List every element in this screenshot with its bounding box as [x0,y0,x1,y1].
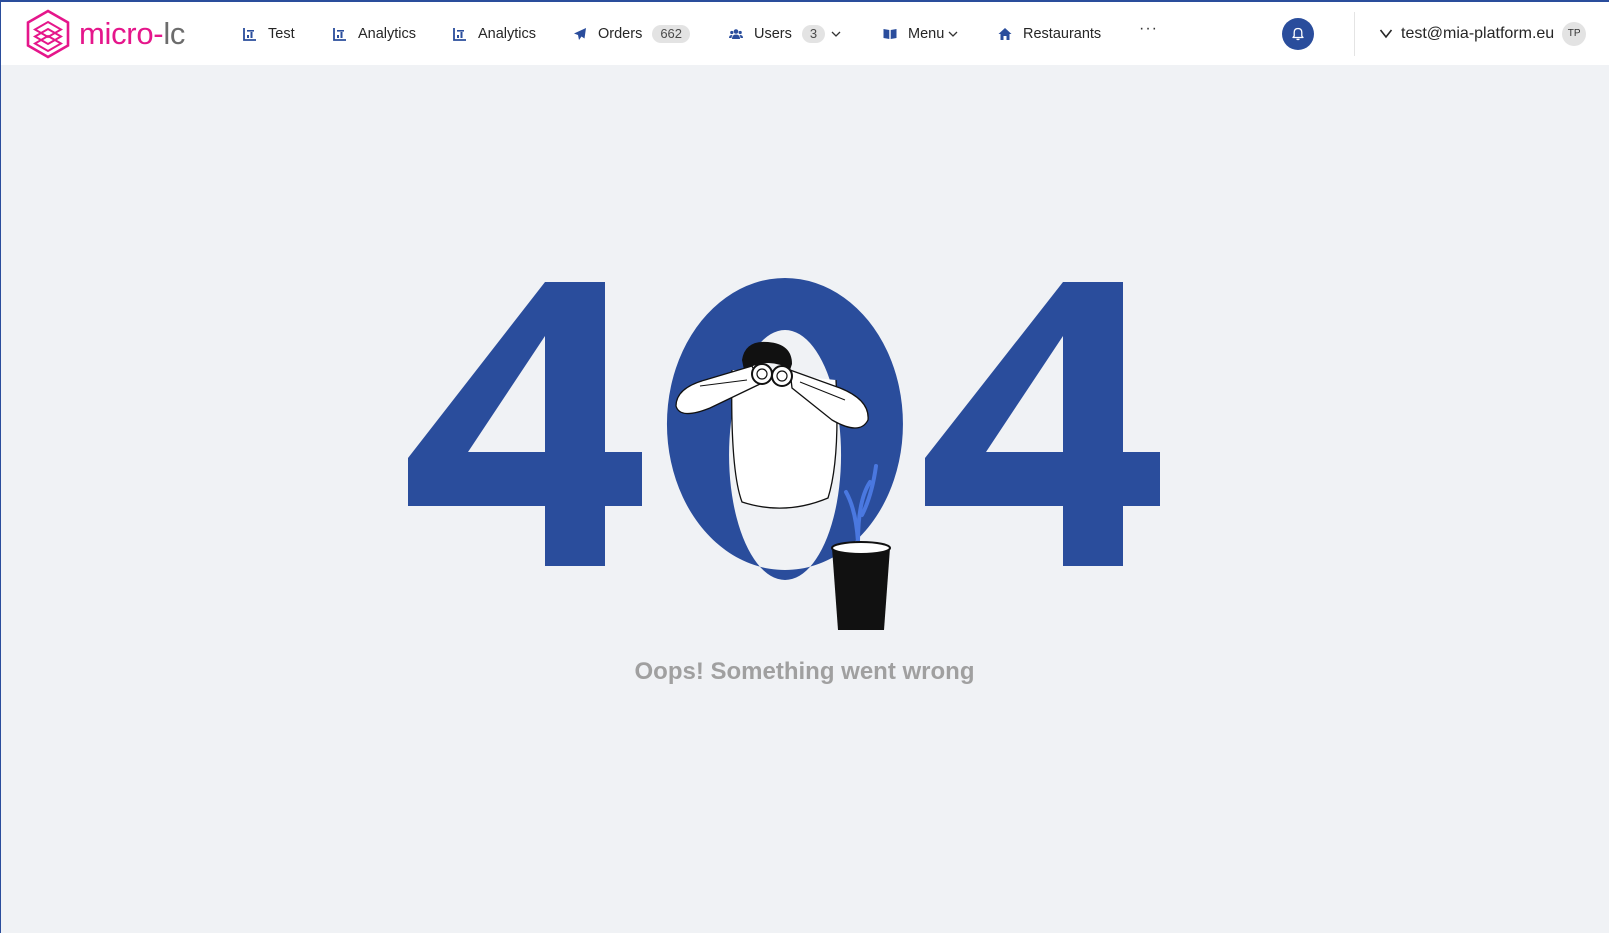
nav-item-orders[interactable]: Orders 662 [573,2,691,65]
users-icon [729,28,743,39]
nav-item-test[interactable]: Test [243,2,295,65]
digit-four-right [925,282,1160,566]
notifications-button[interactable] [1282,18,1314,50]
nav-label: Restaurants [1023,25,1102,42]
nav-item-analytics-2[interactable]: Analytics [453,2,536,65]
orders-count-badge: 662 [652,24,691,43]
error-message: Oops! Something went wrong [634,658,975,685]
404-illustration [408,278,1160,630]
hexagon-logo-icon [26,9,70,59]
nav-item-restaurants[interactable]: Restaurants [998,2,1101,65]
more-menu-button[interactable]: ··· [1139,20,1158,38]
nav-item-users[interactable]: Users 3 [729,2,841,65]
header-divider [1354,12,1355,56]
chevron-down-icon [1379,29,1393,38]
logo-wordmark: micro-lc [79,16,185,52]
app-logo[interactable]: micro-lc [25,9,185,59]
nav-item-analytics-1[interactable]: Analytics [333,2,416,65]
user-menu[interactable]: test@mia-platform.eu TP [1379,2,1587,65]
avatar: TP [1562,21,1587,46]
nav-label: Users [754,25,792,42]
nav-label: Analytics [358,25,417,42]
nav-label: Test [268,25,295,42]
bell-icon [1292,27,1304,41]
logo-dash: - [153,16,164,51]
user-email: test@mia-platform.eu [1401,24,1555,42]
users-count-badge: 3 [801,24,826,43]
nav-label: Orders [598,25,643,42]
chart-icon [453,27,466,41]
book-icon [883,28,897,39]
nav-label: Analytics [478,25,537,42]
chart-icon [333,27,346,41]
left-frame-line [0,0,1,933]
top-navbar: micro-lc Test Analytics Analytics Orders… [1,2,1609,65]
logo-suffix: lc [163,16,186,51]
home-icon [998,27,1012,40]
chart-icon [243,27,256,41]
nav-label: Menu [908,25,945,42]
chevron-down-icon [831,31,841,37]
chevron-down-icon [948,31,958,37]
logo-brand: micro [79,16,154,51]
nav-item-menu[interactable]: Menu [883,2,958,65]
digit-four-left [408,282,642,566]
paper-plane-icon [574,27,586,40]
